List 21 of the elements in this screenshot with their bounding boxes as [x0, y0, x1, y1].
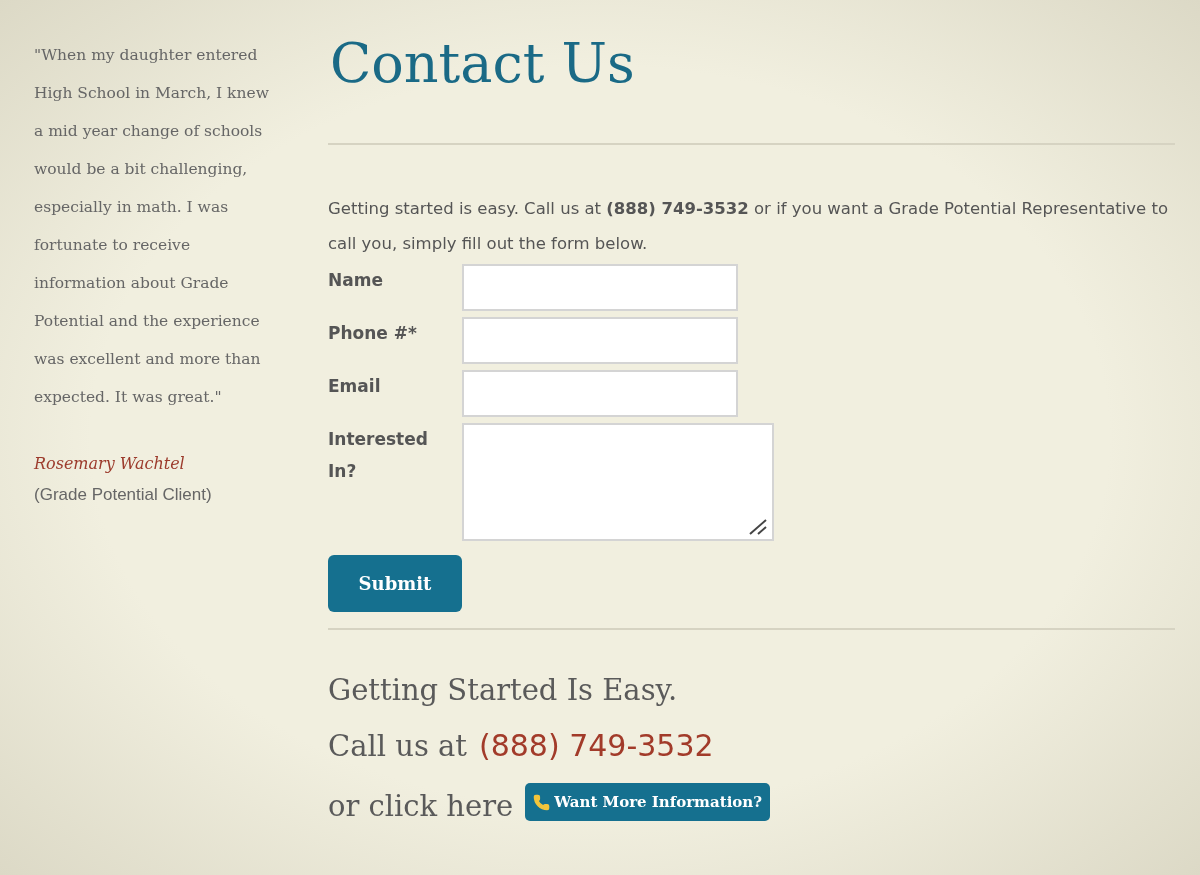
field-label: Name — [328, 269, 384, 292]
testimonial-author: Rosemary Wachtel — [34, 453, 186, 475]
resize-grip-icon — [748, 519, 768, 535]
interest-textarea[interactable] — [462, 423, 774, 541]
field-label: Interested In? — [328, 428, 429, 483]
phone-link[interactable]: (888) 749-3532 — [478, 726, 714, 766]
input-field[interactable] — [462, 317, 738, 364]
phone-icon — [533, 793, 551, 811]
input-field[interactable] — [462, 264, 738, 311]
testimonial-role: (Grade Potential Client) — [34, 484, 213, 506]
intro-text: Getting started is easy. Call us at (888) 749-3532 or if you want a Grade Potential Representative to call you, simply fill out the form below. — [328, 198, 1170, 255]
field-label: Phone #* — [328, 322, 418, 345]
call-us-text: Call us at — [328, 728, 467, 765]
click-here-text: or click here — [328, 788, 514, 825]
testimonial-quote: "When my daughter entered High School in March, I knew a mid year change of schools would be a bit challenging, especially in math. I was fortunate to receive information about Grade Potential and the experience was excellent and more than expected. It was great." — [34, 45, 270, 408]
input-field[interactable] — [462, 370, 738, 417]
field-label: Email — [328, 375, 382, 398]
footer-heading: Getting Started Is Easy. — [328, 672, 679, 709]
more-info-button[interactable]: Want More Information? — [525, 783, 771, 821]
page-title: Contact Us — [329, 31, 636, 97]
submit-button[interactable]: Submit — [328, 555, 462, 612]
